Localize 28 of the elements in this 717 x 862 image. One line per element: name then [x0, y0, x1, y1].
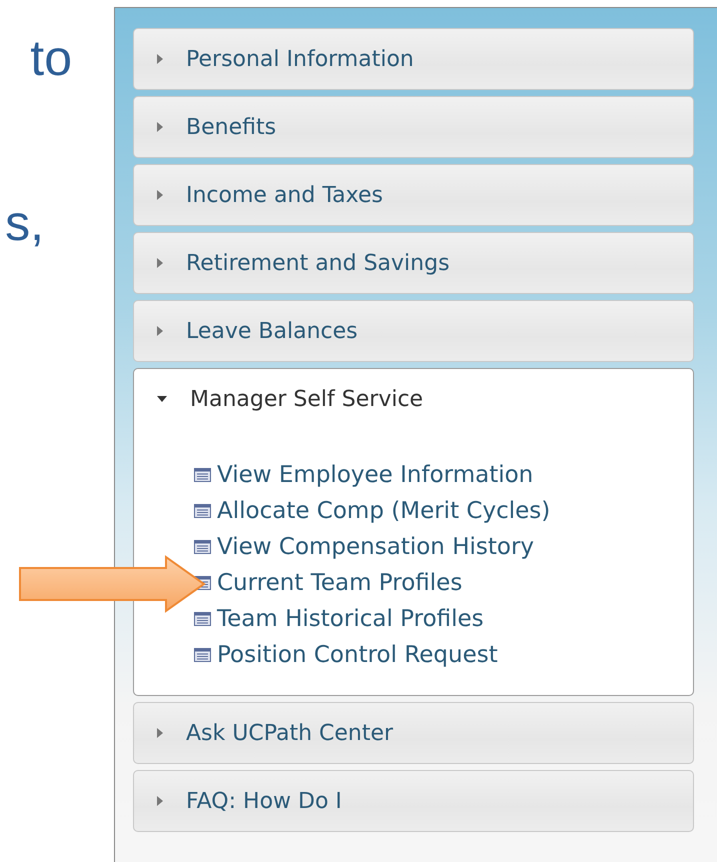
section-header[interactable]: Income and Taxes	[133, 164, 694, 226]
arrow-icon	[18, 555, 208, 613]
menu-link[interactable]: Position Control Request	[194, 637, 693, 673]
section-header[interactable]: Ask UCPath Center	[133, 702, 694, 764]
caret-right-icon	[156, 795, 164, 807]
section-header[interactable]: FAQ: How Do I	[133, 770, 694, 832]
caret-down-icon	[156, 395, 168, 403]
section-header[interactable]: Personal Information	[133, 28, 694, 90]
caret-right-icon	[156, 53, 164, 65]
section-header[interactable]: Leave Balances	[133, 300, 694, 362]
caret-right-icon	[156, 257, 164, 269]
caret-right-icon	[156, 727, 164, 739]
list-page-icon	[194, 540, 211, 554]
menu-link[interactable]: View Employee Information	[194, 457, 693, 493]
menu-link[interactable]: Allocate Comp (Merit Cycles)	[194, 493, 693, 529]
section-header[interactable]: Benefits	[133, 96, 694, 158]
list-page-icon	[194, 612, 211, 626]
caret-right-icon	[156, 189, 164, 201]
slide-text: to	[30, 29, 73, 88]
menu-link[interactable]: Team Historical Profiles	[194, 601, 693, 637]
caret-right-icon	[156, 325, 164, 337]
caret-right-icon	[156, 121, 164, 133]
section-header[interactable]: Retirement and Savings	[133, 232, 694, 294]
list-page-icon	[194, 648, 211, 662]
list-page-icon	[194, 468, 211, 482]
list-page-icon	[194, 504, 211, 518]
menu-link[interactable]: View Compensation History	[194, 529, 693, 565]
slide-text: s,	[5, 194, 45, 253]
